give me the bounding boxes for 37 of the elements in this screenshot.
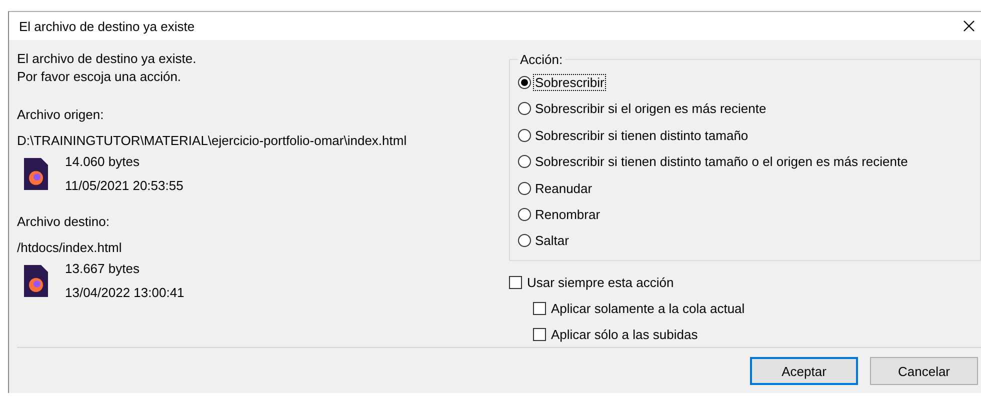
checkbox-label[interactable]: Aplicar solamente a la cola actual <box>551 300 745 316</box>
radio-label[interactable]: Sobrescribir si el origen es más reciente <box>534 101 768 116</box>
radio-label[interactable]: Reanudar <box>534 180 594 196</box>
close-icon[interactable] <box>963 20 975 32</box>
radio-button[interactable] <box>518 234 531 248</box>
window-title: El archivo de destino ya existe <box>19 18 195 34</box>
file-size: 14.060 bytes <box>65 154 140 170</box>
file-icon <box>23 156 49 191</box>
file-date: 13/04/2022 13:00:41 <box>65 285 184 300</box>
group-title: Acción: <box>519 52 564 68</box>
radio-button[interactable] <box>518 76 531 89</box>
radio-label[interactable]: Sobrescribir si tienen distinto tamaño o el origen es más reciente <box>534 154 909 170</box>
dialog-button[interactable]: Aceptar <box>750 357 858 385</box>
radio-label[interactable]: Saltar <box>534 233 570 248</box>
file-path: D:\TRAININGTUTOR\MATERIAL\ejercicio-portfolio-omar\index.html <box>17 132 408 150</box>
file-path: /htdocs/index.html <box>17 239 123 258</box>
radio-button[interactable] <box>518 128 531 142</box>
checkbox[interactable] <box>533 302 546 314</box>
radio-button[interactable] <box>518 182 531 195</box>
radio-button[interactable] <box>518 155 531 168</box>
radio-label[interactable]: Sobrescribir si tienen distinto tamaño <box>534 128 750 143</box>
file-label: Archivo destino: <box>17 213 110 232</box>
file-size: 13.667 bytes <box>65 261 140 276</box>
checkbox[interactable] <box>509 276 522 288</box>
file-icon <box>23 264 49 298</box>
radio-button[interactable] <box>518 208 531 221</box>
checkbox-label[interactable]: Aplicar sólo a las subidas <box>551 326 698 342</box>
dialog-button[interactable]: Cancelar <box>870 357 978 385</box>
radio-label[interactable]: Sobrescribir <box>534 74 606 90</box>
checkbox[interactable] <box>533 328 546 340</box>
radio-button[interactable] <box>518 102 531 116</box>
checkbox-label[interactable]: Usar siempre esta acción <box>527 274 674 290</box>
radio-label[interactable]: Renombrar <box>534 206 602 222</box>
file-date: 11/05/2021 20:53:55 <box>65 178 184 194</box>
message-text: Por favor escoja una acción. <box>17 68 182 86</box>
message-text: El archivo de destino ya existe. <box>17 50 198 68</box>
file-label: Archivo origen: <box>17 106 105 124</box>
